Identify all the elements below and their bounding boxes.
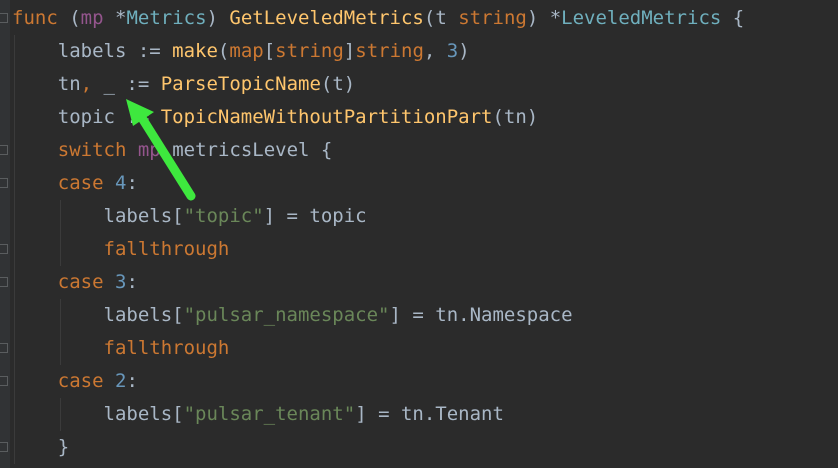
green-arrow-icon [126,99,196,201]
arrow-shaft [137,113,196,201]
code-editor[interactable]: func (mp *Metrics) GetLeveledMetrics(t s… [0,0,838,468]
